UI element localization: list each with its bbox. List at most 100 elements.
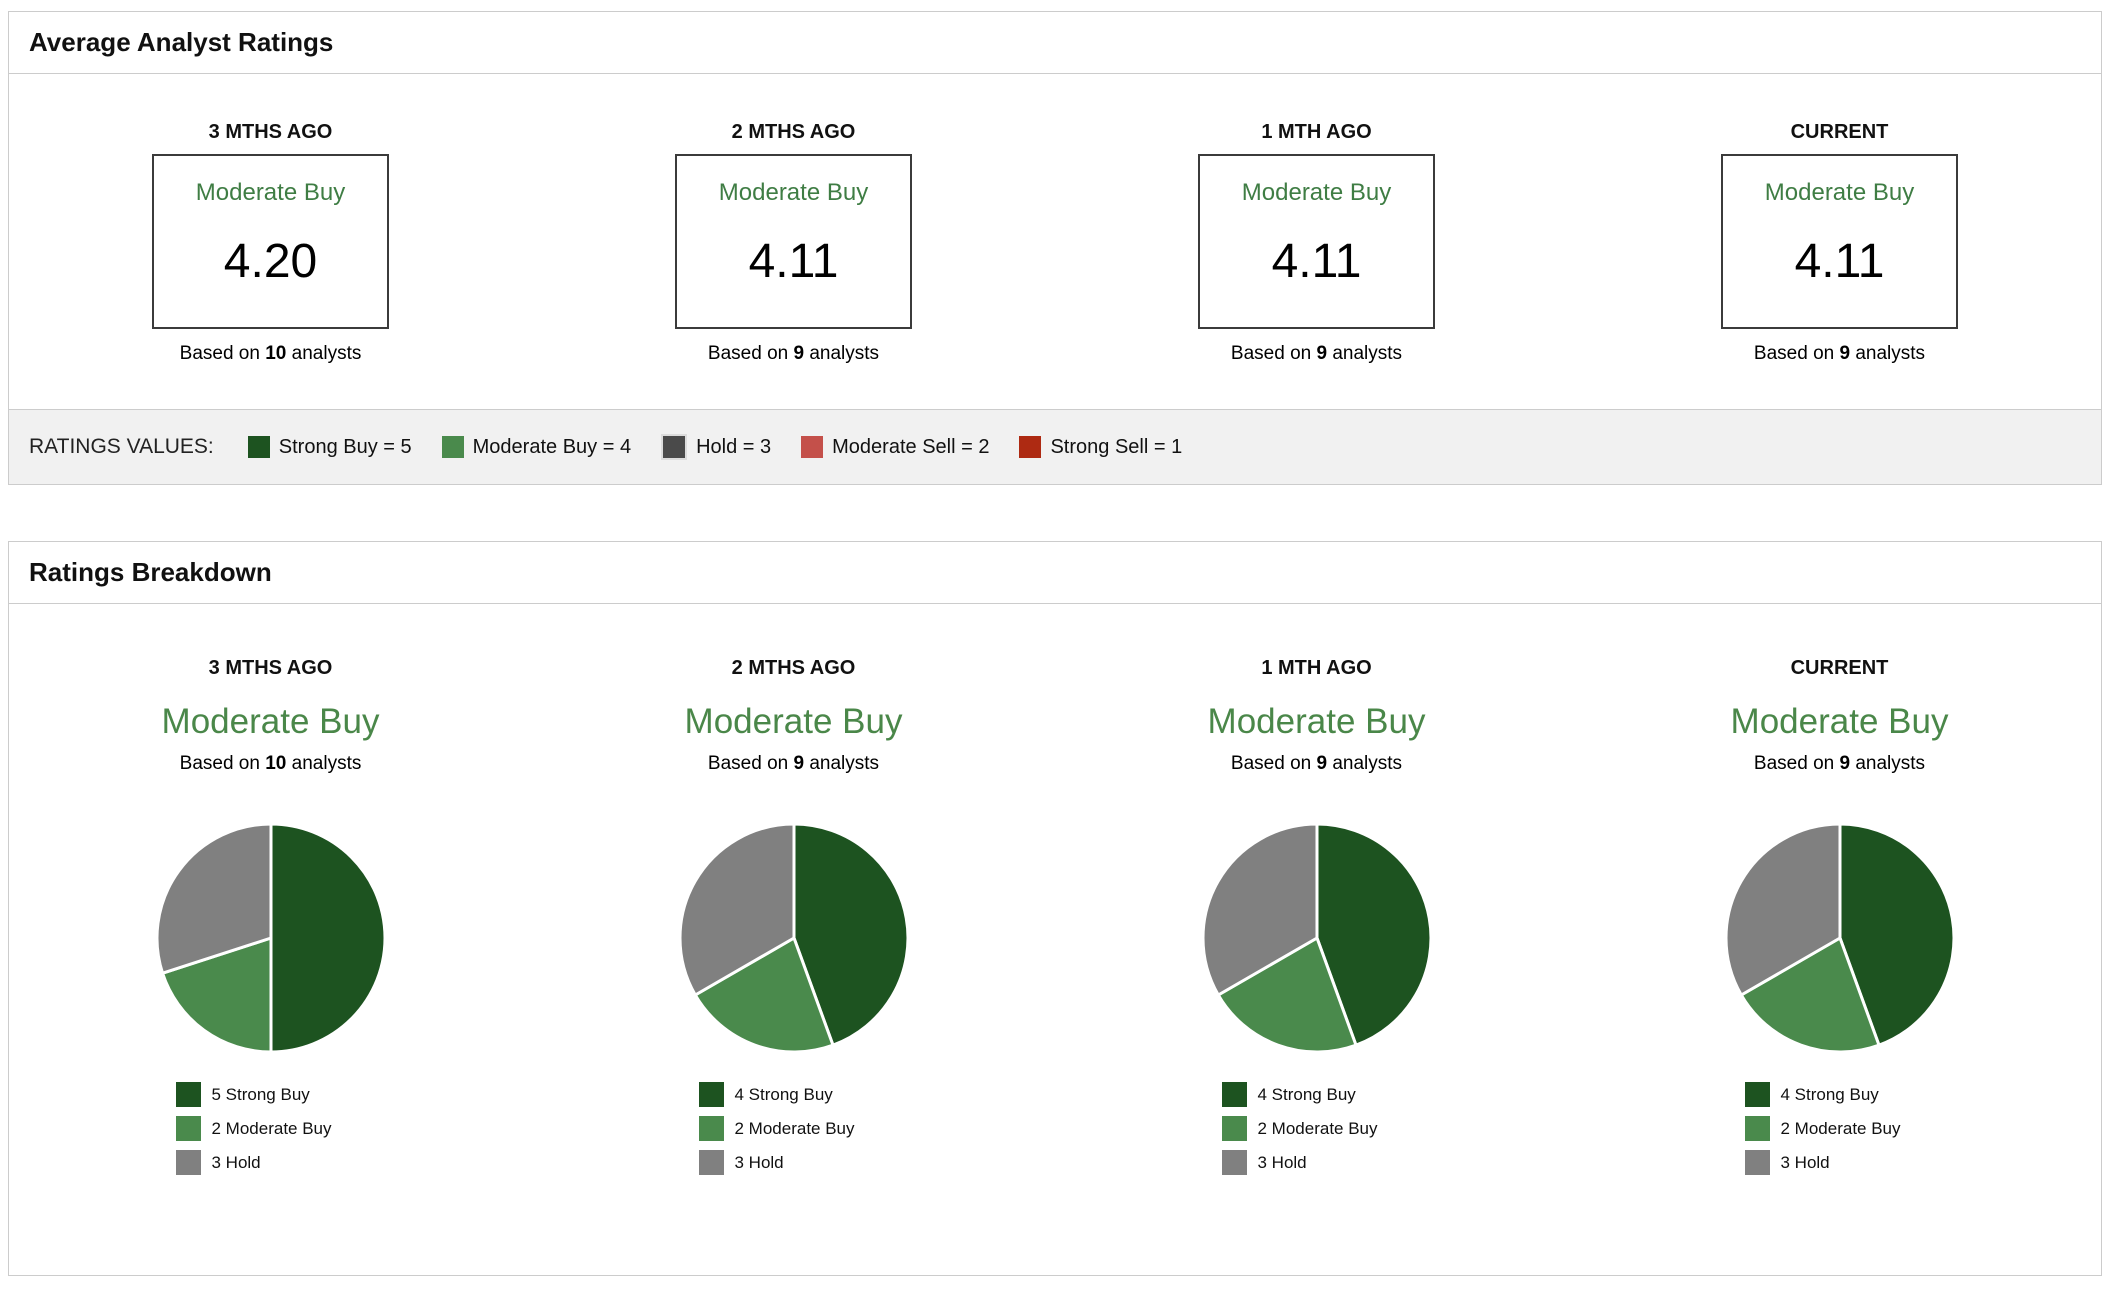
ratings-breakdown-panel: Ratings Breakdown 3 MTHS AGO Moderate Bu…	[8, 541, 2102, 1276]
pie-legend-item: 3 Hold	[1221, 1150, 1412, 1175]
pie-legend-swatch	[1221, 1116, 1247, 1141]
based-on-analysts: Based on 9 analysts	[1754, 342, 1925, 365]
pie-legend-label: 5 Strong Buy	[211, 1084, 310, 1104]
based-suffix: analysts	[1855, 343, 1926, 364]
pie-legend-item: 4 Strong Buy	[698, 1082, 889, 1107]
based-on-analysts: Based on 9 analysts	[708, 342, 879, 365]
rating-value-label: Strong Buy = 5	[278, 435, 412, 458]
pie-legend-swatch	[698, 1082, 724, 1107]
based-on-analysts: Based on 9 analysts	[1231, 752, 1402, 775]
based-prefix: Based on	[179, 343, 260, 364]
based-suffix: analysts	[1332, 753, 1403, 774]
ratings-value-item: Strong Sell = 1	[1019, 436, 1182, 459]
based-prefix: Based on	[1753, 753, 1835, 774]
based-prefix: Based on	[1230, 343, 1312, 364]
avg-column-3mths: 3 MTHS AGO Moderate Buy 4.20 Based on 10…	[9, 120, 532, 365]
ratings-value-item: Strong Buy = 5	[247, 435, 412, 459]
pie-legend-item: 3 Hold	[1744, 1150, 1935, 1175]
based-on-analysts: Based on 9 analysts	[1754, 752, 1925, 775]
based-suffix: analysts	[1332, 343, 1403, 364]
pie-legend-item: 3 Hold	[698, 1150, 889, 1175]
ratings-pie-chart	[1722, 820, 1958, 1056]
ratings-value-item: Moderate Sell = 2	[801, 436, 989, 459]
breakdown-column-3mths: 3 MTHS AGO Moderate Buy Based on 10 anal…	[9, 656, 532, 1175]
pie-legend-label: 3 Hold	[211, 1152, 261, 1172]
ratings-values-label: RATINGS VALUES:	[29, 435, 214, 458]
pie-legend-label: 3 Hold	[1257, 1152, 1307, 1172]
period-label: 1 MTH AGO	[1261, 657, 1372, 679]
consensus-rating: Moderate Buy	[1207, 702, 1426, 741]
breakdown-column-1mth: 1 MTH AGO Moderate Buy Based on 9 analys…	[1055, 656, 1578, 1175]
average-analyst-ratings-panel: Average Analyst Ratings 3 MTHS AGO Moder…	[8, 11, 2102, 485]
avg-column-1mth: 1 MTH AGO Moderate Buy 4.11 Based on 9 a…	[1055, 120, 1578, 365]
consensus-rating: Moderate Buy	[1730, 702, 1949, 741]
pie-legend-item: 3 Hold	[175, 1150, 366, 1175]
panel-header: Ratings Breakdown	[9, 542, 2101, 604]
ratings-values-bar: RATINGS VALUES: Strong Buy = 5 Moderate B…	[9, 409, 2101, 484]
pie-legend: 4 Strong Buy 2 Moderate Buy 3 Hold	[1221, 1082, 1412, 1175]
period-label: 2 MTHS AGO	[731, 657, 856, 679]
pie-legend-label: 4 Strong Buy	[1257, 1084, 1356, 1104]
based-suffix: analysts	[1855, 753, 1926, 774]
pie-legend-swatch	[175, 1116, 201, 1141]
analyst-count: 9	[1316, 753, 1328, 774]
period-label: 1 MTH AGO	[1261, 121, 1372, 143]
based-suffix: analysts	[291, 343, 362, 364]
rating-label: Moderate Buy	[1241, 179, 1392, 206]
ratings-pie-chart	[153, 820, 389, 1056]
based-on-analysts: Based on 9 analysts	[1231, 342, 1402, 365]
rating-value-label: Strong Sell = 1	[1050, 435, 1183, 458]
average-score: 4.20	[223, 235, 318, 288]
ratings-pie-chart	[676, 820, 912, 1056]
analyst-count: 9	[793, 343, 805, 364]
pie-legend-item: 5 Strong Buy	[175, 1082, 366, 1107]
pie-legend-item: 4 Strong Buy	[1744, 1082, 1935, 1107]
rating-color-swatch	[1019, 436, 1042, 458]
pie-legend-item: 2 Moderate Buy	[1744, 1116, 1935, 1141]
pie-legend-swatch	[175, 1150, 201, 1175]
score-box: Moderate Buy 4.20	[152, 154, 389, 329]
ratings-value-item: Moderate Buy = 4	[441, 436, 631, 459]
pie-legend-label: 4 Strong Buy	[734, 1084, 833, 1104]
pie-legend-item: 2 Moderate Buy	[698, 1116, 889, 1141]
pie-legend-label: 4 Strong Buy	[1780, 1084, 1879, 1104]
pie-legend-item: 2 Moderate Buy	[1221, 1116, 1412, 1141]
pie-svg	[1201, 822, 1432, 1054]
pie-legend-swatch	[698, 1150, 724, 1175]
pie-legend-swatch	[1744, 1150, 1770, 1175]
based-on-analysts: Based on 9 analysts	[708, 752, 879, 775]
pie-legend-label: 2 Moderate Buy	[211, 1118, 332, 1138]
rating-label: Moderate Buy	[718, 179, 869, 206]
based-prefix: Based on	[179, 753, 260, 774]
breakdown-column-current: CURRENT Moderate Buy Based on 9 analysts…	[1578, 656, 2101, 1175]
rating-value-label: Moderate Sell = 2	[832, 435, 990, 458]
breakdown-column-2mths: 2 MTHS AGO Moderate Buy Based on 9 analy…	[532, 656, 1055, 1175]
pie-legend: 4 Strong Buy 2 Moderate Buy 3 Hold	[1744, 1082, 1935, 1175]
rating-color-swatch	[441, 436, 464, 458]
score-box: Moderate Buy 4.11	[1198, 154, 1435, 329]
pie-legend: 4 Strong Buy 2 Moderate Buy 3 Hold	[698, 1082, 889, 1175]
average-score: 4.11	[1271, 235, 1362, 288]
based-suffix: analysts	[291, 753, 362, 774]
based-prefix: Based on	[1230, 753, 1312, 774]
analyst-count: 9	[1316, 343, 1328, 364]
pie-slice	[269, 822, 386, 1054]
average-score: 4.11	[748, 235, 839, 288]
period-label: 3 MTHS AGO	[208, 657, 333, 679]
score-box: Moderate Buy 4.11	[675, 154, 912, 329]
pie-legend-swatch	[1744, 1116, 1770, 1141]
period-label: CURRENT	[1790, 657, 1889, 679]
pie-legend-swatch	[698, 1116, 724, 1141]
pie-legend-label: 2 Moderate Buy	[734, 1118, 855, 1138]
rating-label: Moderate Buy	[195, 179, 346, 206]
pie-legend-label: 3 Hold	[734, 1152, 784, 1172]
pie-legend-item: 2 Moderate Buy	[175, 1116, 366, 1141]
period-label: 3 MTHS AGO	[208, 121, 333, 143]
pie-legend-swatch	[1744, 1082, 1770, 1107]
ratings-pie-chart	[1199, 820, 1435, 1056]
ratings-values-items: Strong Buy = 5 Moderate Buy = 4 Hold = 3 Mo…	[247, 434, 1182, 460]
rating-color-swatch	[661, 434, 688, 460]
based-prefix: Based on	[707, 343, 789, 364]
pie-svg	[678, 822, 909, 1054]
rating-value-label: Hold = 3	[696, 435, 772, 458]
